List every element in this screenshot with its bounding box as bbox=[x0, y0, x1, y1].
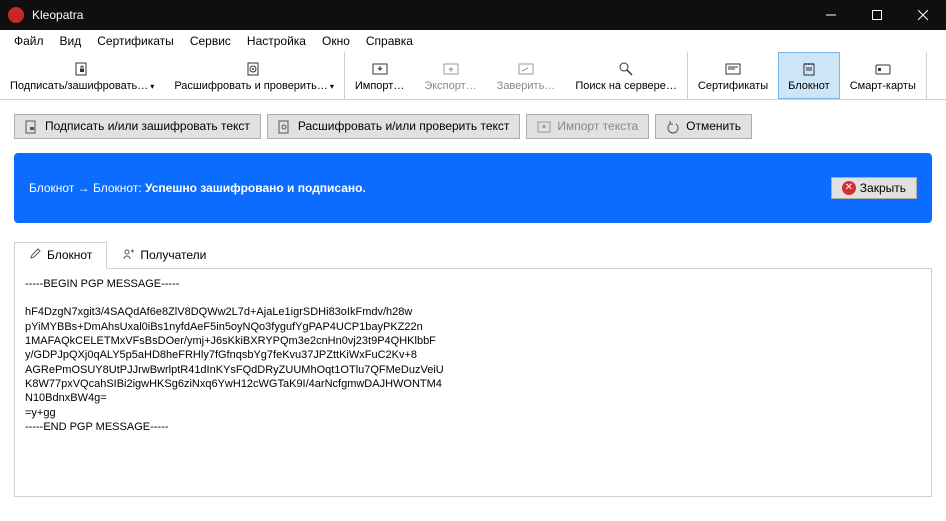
window-title: Kleopatra bbox=[32, 8, 808, 22]
toolbar: Подписать/зашифровать…▾ Расшифровать и п… bbox=[0, 52, 946, 100]
import-text-button: Импорт текста bbox=[526, 114, 649, 139]
tb-decrypt-verify[interactable]: Расшифровать и проверить…▾ bbox=[164, 52, 344, 99]
sign-encrypt-text-button[interactable]: Подписать и/или зашифровать текст bbox=[14, 114, 261, 139]
menu-window[interactable]: Окно bbox=[314, 32, 358, 50]
tb-sign-encrypt[interactable]: Подписать/зашифровать…▾ bbox=[0, 52, 164, 99]
tb-sign-label: Подписать/зашифровать… bbox=[10, 80, 148, 92]
notepad-icon bbox=[801, 60, 817, 78]
close-button[interactable] bbox=[900, 0, 946, 30]
undo-button[interactable]: Отменить bbox=[655, 114, 752, 139]
tab-recipients-label: Получатели bbox=[140, 248, 206, 262]
undo-icon bbox=[666, 119, 680, 134]
menu-file[interactable]: Файл bbox=[6, 32, 52, 50]
tab-bar: Блокнот Получатели bbox=[14, 241, 932, 269]
tb-certificates[interactable]: Сертификаты bbox=[688, 52, 778, 99]
menubar: Файл Вид Сертификаты Сервис Настройка Ок… bbox=[0, 30, 946, 52]
banner-message: Блокнот → Блокнот: Успешно зашифровано и… bbox=[29, 181, 831, 195]
tb-notepad-label: Блокнот bbox=[788, 80, 830, 92]
import-small-icon bbox=[537, 119, 551, 134]
menu-settings[interactable]: Настройка bbox=[239, 32, 314, 50]
tb-notepad[interactable]: Блокнот bbox=[778, 52, 840, 99]
search-page-icon bbox=[278, 119, 292, 134]
chevron-down-icon: ▾ bbox=[330, 82, 334, 91]
sign-text-label: Подписать и/или зашифровать текст bbox=[45, 119, 250, 133]
tb-smartcards[interactable]: Смарт-карты bbox=[840, 52, 926, 99]
decrypt-text-label: Расшифровать и/или проверить текст bbox=[298, 119, 509, 133]
close-label: Закрыть bbox=[860, 181, 906, 195]
decrypt-verify-icon bbox=[246, 60, 262, 78]
banner-path: Блокнот → Блокнот: bbox=[29, 181, 142, 195]
banner-status: Успешно зашифровано и подписано. bbox=[145, 181, 366, 195]
menu-service[interactable]: Сервис bbox=[182, 32, 239, 50]
tb-search-server[interactable]: Поиск на сервере… bbox=[565, 52, 687, 99]
tb-decrypt-label: Расшифровать и проверить… bbox=[174, 80, 328, 92]
tab-notepad-label: Блокнот bbox=[47, 248, 92, 262]
sign-encrypt-icon bbox=[74, 60, 90, 78]
message-textarea[interactable]: -----BEGIN PGP MESSAGE----- hF4DzgN7xgit… bbox=[14, 269, 932, 497]
banner-close-button[interactable]: ✕ Закрыть bbox=[831, 177, 917, 199]
close-icon: ✕ bbox=[842, 181, 856, 195]
tb-import-label: Импорт… bbox=[355, 80, 404, 92]
status-banner: Блокнот → Блокнот: Успешно зашифровано и… bbox=[14, 153, 932, 223]
tb-certify: Заверить… bbox=[487, 52, 566, 99]
tb-certify-label: Заверить… bbox=[497, 80, 556, 92]
certificates-icon bbox=[725, 60, 741, 78]
tb-smart-label: Смарт-карты bbox=[850, 80, 916, 92]
titlebar: Kleopatra bbox=[0, 0, 946, 30]
tab-notepad[interactable]: Блокнот bbox=[14, 242, 107, 269]
minimize-button[interactable] bbox=[808, 0, 854, 30]
decrypt-verify-text-button[interactable]: Расшифровать и/или проверить текст bbox=[267, 114, 520, 139]
undo-label: Отменить bbox=[686, 119, 741, 133]
import-text-label: Импорт текста bbox=[557, 119, 638, 133]
tb-certs-label: Сертификаты bbox=[698, 80, 768, 92]
menu-certificates[interactable]: Сертификаты bbox=[89, 32, 182, 50]
chevron-down-icon: ▾ bbox=[150, 82, 154, 91]
menu-help[interactable]: Справка bbox=[358, 32, 421, 50]
certify-icon bbox=[518, 60, 534, 78]
export-icon bbox=[443, 60, 459, 78]
lock-page-icon bbox=[25, 119, 39, 134]
app-icon bbox=[8, 7, 24, 23]
pencil-icon bbox=[29, 248, 41, 263]
tb-import[interactable]: Импорт… bbox=[345, 52, 414, 99]
person-plus-icon bbox=[122, 248, 134, 263]
import-icon bbox=[372, 60, 388, 78]
tb-export-label: Экспорт… bbox=[424, 80, 476, 92]
menu-view[interactable]: Вид bbox=[52, 32, 90, 50]
tb-search-label: Поиск на сервере… bbox=[575, 80, 677, 92]
content-area: Подписать и/или зашифровать текст Расшиф… bbox=[0, 100, 946, 497]
action-row: Подписать и/или зашифровать текст Расшиф… bbox=[14, 114, 932, 139]
tb-export: Экспорт… bbox=[414, 52, 486, 99]
smartcard-icon bbox=[875, 60, 891, 78]
search-icon bbox=[618, 60, 634, 78]
maximize-button[interactable] bbox=[854, 0, 900, 30]
tab-recipients[interactable]: Получатели bbox=[107, 242, 221, 269]
